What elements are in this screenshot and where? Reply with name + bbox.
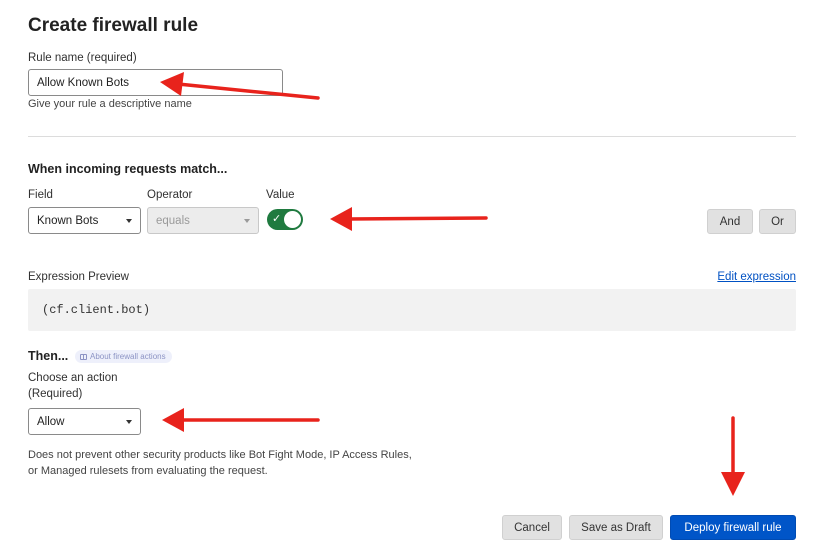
section-divider [28, 136, 796, 137]
operator-label: Operator [147, 189, 193, 201]
action-select-value: Allow [37, 415, 65, 428]
edit-expression-link[interactable]: Edit expression [717, 271, 796, 283]
value-toggle[interactable]: ✓ [267, 209, 303, 230]
expression-preview-label: Expression Preview [28, 271, 129, 283]
save-draft-button[interactable]: Save as Draft [569, 515, 663, 540]
page-title: Create firewall rule [28, 15, 199, 36]
action-select[interactable]: Allow [28, 408, 141, 435]
action-label: Choose an action [28, 372, 118, 384]
expression-code: (cf.client.bot) [42, 303, 151, 317]
value-label: Value [266, 189, 295, 201]
field-select[interactable]: Known Bots [28, 207, 141, 234]
and-button[interactable]: And [707, 209, 753, 234]
arrow-to-value-toggle [330, 207, 488, 231]
operator-select-value: equals [156, 214, 190, 227]
about-firewall-actions-link[interactable]: About firewall actions [75, 350, 172, 363]
chevron-down-icon [244, 218, 250, 223]
check-icon: ✓ [272, 212, 282, 225]
or-button[interactable]: Or [759, 209, 796, 234]
book-icon [80, 353, 87, 360]
field-label: Field [28, 189, 53, 201]
chevron-down-icon [126, 419, 132, 424]
rule-name-label: Rule name (required) [28, 52, 137, 64]
operator-select[interactable]: equals [147, 207, 259, 234]
action-required-label: (Required) [28, 388, 83, 400]
deploy-firewall-rule-button[interactable]: Deploy firewall rule [670, 515, 796, 540]
then-heading: Then... [28, 349, 69, 363]
action-note-line2: or Managed rulesets from evaluating the … [28, 465, 268, 477]
rule-name-help: Give your rule a descriptive name [28, 98, 192, 110]
rule-name-value: Allow Known Bots [37, 76, 130, 89]
toggle-knob [284, 211, 301, 228]
match-heading: When incoming requests match... [28, 162, 228, 176]
field-select-value: Known Bots [37, 214, 99, 227]
chevron-down-icon [126, 218, 132, 223]
about-firewall-actions-label: About firewall actions [90, 352, 166, 361]
cancel-button[interactable]: Cancel [502, 515, 562, 540]
arrow-to-action-select [162, 408, 320, 432]
expression-preview: (cf.client.bot) [28, 289, 796, 331]
arrow-to-deploy-button [721, 416, 745, 496]
rule-name-input[interactable]: Allow Known Bots [28, 69, 283, 96]
action-note-line1: Does not prevent other security products… [28, 449, 412, 461]
